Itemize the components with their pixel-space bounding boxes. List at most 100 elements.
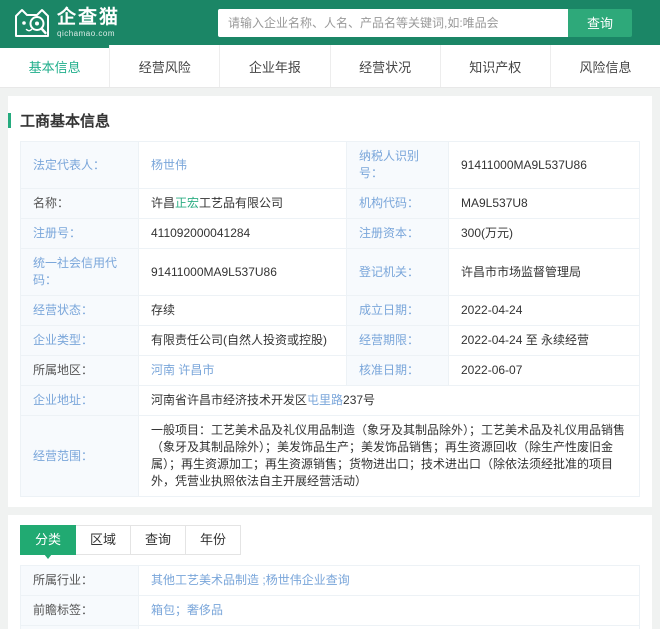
table-row: 法定代表人： 杨世伟 纳税人识别号： 91411000MA9L537U86	[20, 141, 640, 189]
table-row: 所属地区： 河南 许昌市 核准日期： 2022-06-07	[20, 355, 640, 386]
separator: ；	[175, 603, 188, 617]
field-label: 前瞻标签：	[20, 595, 139, 626]
field-label[interactable]: 经营状态：	[20, 295, 139, 326]
value-text: 有限责任公司(自然人投资或控股)	[151, 333, 327, 347]
value-link[interactable]: 屯里路	[307, 393, 343, 407]
field-label: 展会标签：	[20, 625, 139, 629]
value-text: 2022-06-07	[461, 363, 523, 377]
separator: ;	[259, 573, 266, 587]
nav-tab-1[interactable]: 基本信息	[0, 45, 111, 87]
value-text: 河南省许昌市经济技术开发区	[151, 393, 308, 407]
section-accent-bar	[8, 113, 11, 128]
field-value: 婚纱摄影器材；珠宝首饰	[138, 625, 640, 629]
field-label[interactable]: 经营期限：	[346, 325, 449, 356]
nav-tab-3[interactable]: 企业年报	[220, 45, 331, 87]
value-text: 411092000041284	[151, 226, 251, 240]
nav-tab-5[interactable]: 知识产权	[441, 45, 551, 87]
value-text: 91411000MA9L537U86	[151, 264, 277, 279]
field-value: 其他工艺美术品制造 ;杨世伟企业查询	[138, 565, 640, 596]
tag-link[interactable]: 奢侈品	[187, 603, 223, 617]
field-value: 河南 许昌市	[138, 355, 347, 386]
field-value: 一般项目：工艺美术品及礼仪用品制造（象牙及其制品除外）；工艺美术品及礼仪用品销售…	[138, 415, 640, 497]
field-value: 2022-04-24 至 永续经营	[448, 325, 640, 356]
brand-domain: qichamao.com	[57, 28, 116, 38]
table-row: 所属行业： 其他工艺美术品制造 ;杨世伟企业查询	[20, 565, 640, 596]
field-label: 所属行业：	[20, 565, 139, 596]
field-label[interactable]: 企业地址：	[20, 385, 139, 416]
value-text: 许昌	[151, 196, 176, 210]
filter-tab-2[interactable]: 区域	[75, 525, 131, 555]
table-row: 经营范围： 一般项目：工艺美术品及礼仪用品制造（象牙及其制品除外）；工艺美术品及礼…	[20, 415, 640, 497]
classification-table: 所属行业：其他工艺美术品制造 ;杨世伟企业查询前瞻标签：箱包；奢侈品展会标签：婚…	[20, 565, 640, 629]
field-value: 河南省许昌市经济技术开发区屯里路237号	[138, 385, 640, 416]
business-info-card: 工商基本信息 法定代表人： 杨世伟 纳税人识别号： 91411000MA9L537U8…	[8, 96, 652, 507]
nav-tab-6[interactable]: 风险信息	[551, 45, 660, 87]
page-title: 工商基本信息	[20, 113, 111, 130]
table-row: 展会标签：婚纱摄影器材；珠宝首饰	[20, 625, 640, 629]
nav-tab-2[interactable]: 经营风险	[110, 45, 221, 87]
filter-tab-4[interactable]: 年份	[185, 525, 241, 555]
field-label[interactable]: 统一社会信用代码：	[20, 248, 139, 296]
field-value: 许昌市市场监督管理局	[448, 248, 640, 296]
field-value: 杨世伟	[138, 141, 347, 189]
filter-tab-3[interactable]: 查询	[130, 525, 186, 555]
section-header: 工商基本信息	[8, 96, 652, 141]
field-value: 91411000MA9L537U86	[138, 248, 347, 296]
field-label[interactable]: 注册资本：	[346, 218, 449, 249]
primary-nav: 基本信息 经营风险 企业年报 经营状况 知识产权 风险信息	[0, 45, 660, 88]
value-text: 正宏	[175, 196, 200, 210]
tag-link[interactable]: 杨世伟企业查询	[266, 573, 350, 587]
cat-magnifier-logo-icon	[14, 8, 50, 38]
field-label[interactable]: 核准日期：	[346, 355, 449, 386]
field-label[interactable]: 纳税人识别号：	[346, 141, 449, 189]
field-value: 300(万元)	[448, 218, 640, 249]
field-label[interactable]: 登记机关：	[346, 248, 449, 296]
table-row: 前瞻标签： 箱包；奢侈品	[20, 595, 640, 626]
value-text: MA9L537U8	[461, 196, 528, 210]
value-text: 300(万元)	[461, 226, 514, 240]
table-row: 注册号： 411092000041284 注册资本： 300(万元)	[20, 218, 640, 249]
field-label[interactable]: 机构代码：	[346, 188, 449, 219]
search-bar: 查询	[218, 8, 632, 37]
filter-tabs: 分类 区域 查询 年份	[20, 525, 640, 559]
value-text: 237号	[343, 393, 376, 407]
filter-tab-1[interactable]: 分类	[20, 525, 76, 559]
table-row: 企业地址： 河南省许昌市经济技术开发区屯里路237号	[20, 385, 640, 416]
field-label[interactable]: 经营范围：	[20, 415, 139, 497]
value-link[interactable]: 河南 许昌市	[151, 363, 214, 377]
tag-link[interactable]: 箱包	[151, 603, 175, 617]
classification-card: 分类 区域 查询 年份 所属行业： 其他工艺美术品制造 ;杨世伟企业查询 前瞻标签： 箱包；…	[8, 515, 652, 629]
field-value: 许昌正宏工艺品有限公司	[138, 188, 347, 219]
search-input[interactable]	[218, 8, 568, 37]
value-text: 2022-04-24	[461, 303, 523, 317]
value-text: 工艺品有限公司	[199, 196, 284, 210]
search-button[interactable]: 查询	[568, 8, 632, 37]
field-label: 名称：	[20, 188, 139, 219]
table-row: 经营状态： 存续 成立日期： 2022-04-24	[20, 295, 640, 326]
field-label[interactable]: 注册号：	[20, 218, 139, 249]
table-row: 名称： 许昌正宏工艺品有限公司 机构代码： MA9L537U8	[20, 188, 640, 219]
field-value: 有限责任公司(自然人投资或控股)	[138, 325, 347, 356]
value-text: 存续	[151, 303, 176, 317]
tag-link[interactable]: 其他工艺美术品制造	[151, 573, 259, 587]
value-link[interactable]: 杨世伟	[151, 158, 187, 172]
field-value: 箱包；奢侈品	[138, 595, 640, 626]
table-row: 统一社会信用代码： 91411000MA9L537U86 登记机关： 许昌市市场监督管…	[20, 248, 640, 296]
field-value: 2022-06-07	[448, 355, 640, 386]
field-value: 411092000041284	[138, 218, 347, 249]
app-header: 企查猫 qichamao.com 查询	[0, 0, 660, 45]
value-text: 一般项目：工艺美术品及礼仪用品制造（象牙及其制品除外）；工艺美术品及礼仪用品销售…	[151, 423, 626, 488]
field-value: 存续	[138, 295, 347, 326]
brand-name: 企查猫	[57, 6, 121, 28]
value-text: 许昌市市场监督管理局	[461, 264, 582, 279]
value-text: 91411000MA9L537U86	[461, 157, 587, 172]
field-label[interactable]: 成立日期：	[346, 295, 449, 326]
qichamao-logo[interactable]: 企查猫 qichamao.com	[14, 8, 120, 38]
field-label: 所属地区：	[20, 355, 139, 386]
field-value: 2022-04-24	[448, 295, 640, 326]
field-value: 91411000MA9L537U86	[448, 141, 640, 189]
value-text: 2022-04-24 至 永续经营	[461, 333, 590, 347]
field-label[interactable]: 企业类型：	[20, 325, 139, 356]
nav-tab-4[interactable]: 经营状况	[331, 45, 441, 87]
field-label[interactable]: 法定代表人：	[20, 141, 139, 189]
